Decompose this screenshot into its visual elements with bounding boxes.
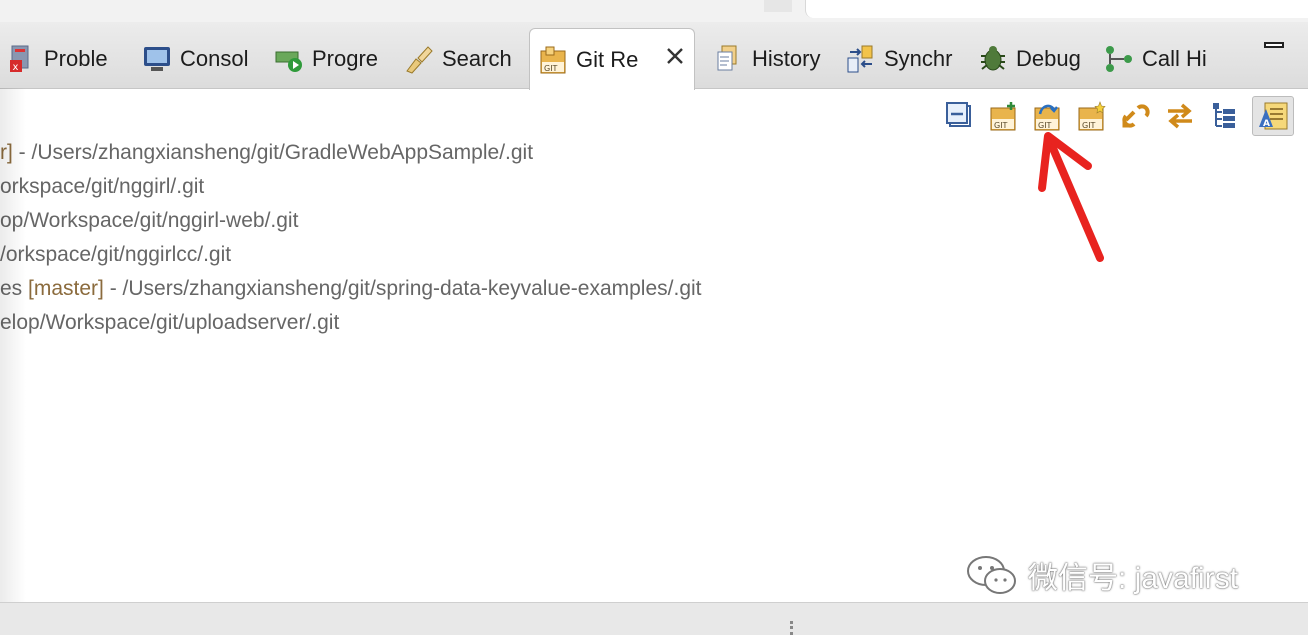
view-toolbar: GIT GIT GIT A (944, 96, 1294, 136)
branch-label: r] (0, 141, 13, 164)
tab-label: Synchr (884, 46, 953, 71)
repo-path: orkspace/git/nggirl/.git (0, 175, 205, 198)
annotation-arrow (1038, 132, 1104, 262)
tab-synchronize[interactable]: Synchr (846, 32, 952, 86)
repo-path: - /Users/zhangxiansheng/git/spring-data-… (103, 277, 702, 300)
svg-text:A: A (1263, 119, 1270, 129)
tab-label: Progre (312, 46, 379, 71)
tab-label: Search (442, 46, 512, 71)
list-item[interactable]: /orkspace/git/nggirlcc/.git (0, 243, 231, 267)
svg-text:GIT: GIT (544, 64, 558, 73)
link-with-selection-icon[interactable] (1120, 100, 1152, 132)
git-repositories-icon: GIT (538, 45, 568, 75)
tab-label: Debug (1016, 46, 1081, 71)
create-repository-icon[interactable]: GIT (1076, 100, 1108, 132)
tab-call-hierarchy[interactable]: Call Hi (1104, 32, 1207, 86)
top-chip (764, 0, 792, 12)
link-with-editor-icon[interactable] (1164, 100, 1196, 132)
tab-label: Consol (180, 46, 249, 71)
status-bar (0, 602, 1308, 635)
left-shadow (0, 88, 26, 604)
progress-icon (274, 44, 304, 74)
window-top-strip (0, 0, 1308, 22)
tab-search[interactable]: Search (404, 32, 512, 86)
repo-path: /orkspace/git/nggirlcc/.git (0, 243, 232, 266)
tab-debug[interactable]: Debug (978, 32, 1081, 86)
hierarchical-branch-layout-icon[interactable] (1208, 100, 1240, 132)
problems-icon: x (6, 44, 36, 74)
top-field (805, 0, 1308, 18)
view-tab-bar: x Proble Consol Progre Search GIT Git Re (0, 22, 1308, 90)
svg-text:GIT: GIT (1082, 121, 1096, 130)
view-menu-icon[interactable]: A (1252, 96, 1294, 136)
tab-problems[interactable]: x Proble (6, 32, 108, 86)
resize-grip[interactable] (790, 621, 796, 635)
call-hierarchy-icon (1104, 44, 1134, 74)
list-item[interactable]: elop/Workspace/git/uploadserver/.git (0, 311, 339, 335)
tab-git-repositories[interactable]: GIT Git Re (529, 28, 696, 90)
svg-text:x: x (13, 62, 19, 73)
tab-console[interactable]: Consol (142, 32, 248, 86)
add-repository-icon[interactable]: GIT (988, 100, 1020, 132)
clone-repository-icon[interactable]: GIT (1032, 100, 1064, 132)
svg-text:GIT: GIT (1038, 121, 1052, 130)
collapse-all-icon[interactable] (944, 100, 976, 132)
repo-path: op/Workspace/git/nggirl-web/.git (0, 209, 299, 232)
tab-label: Call Hi (1142, 46, 1207, 71)
tab-history[interactable]: History (714, 32, 820, 86)
tab-label: Git Re (576, 46, 639, 72)
wechat-logo-icon (964, 553, 1020, 597)
list-item[interactable]: orkspace/git/nggirl/.git (0, 175, 204, 199)
close-icon[interactable] (664, 45, 686, 74)
svg-text:GIT: GIT (994, 121, 1008, 130)
history-icon (714, 44, 744, 74)
synchronize-icon (846, 44, 876, 74)
tab-label: Proble (44, 46, 108, 71)
list-item[interactable]: es [master] - /Users/zhangxiansheng/git/… (0, 277, 702, 301)
watermark: 微信号: javafirst (964, 553, 1238, 597)
console-icon (142, 44, 172, 74)
search-icon (404, 44, 434, 74)
repo-name: es (0, 277, 29, 300)
branch-label: [master] (28, 277, 104, 300)
list-item[interactable]: op/Workspace/git/nggirl-web/.git (0, 209, 298, 233)
tab-progress[interactable]: Progre (274, 32, 378, 86)
repo-path: - /Users/zhangxiansheng/git/GradleWebApp… (12, 141, 534, 164)
list-item[interactable]: r] - /Users/zhangxiansheng/git/GradleWeb… (0, 141, 533, 165)
watermark-text: 微信号: javafirst (1028, 562, 1239, 595)
tab-label: History (752, 46, 821, 71)
repo-path: elop/Workspace/git/uploadserver/.git (0, 311, 340, 334)
debug-icon (978, 44, 1008, 74)
minimize-button[interactable] (1264, 42, 1284, 48)
